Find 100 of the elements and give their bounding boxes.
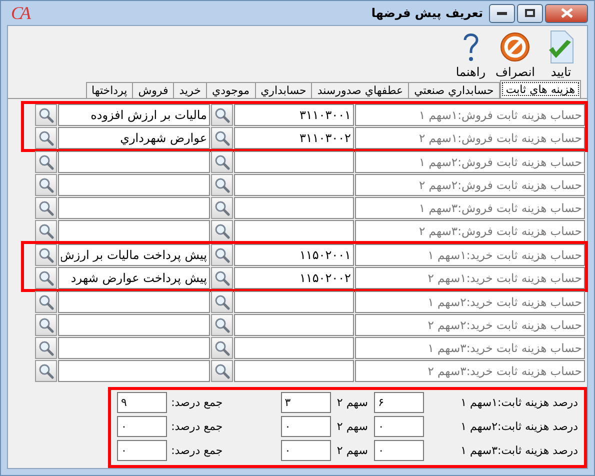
search-icon [214,200,230,216]
search-icon [214,177,230,193]
account-code-field[interactable] [234,291,354,313]
minimize-icon [497,12,507,14]
account-name-field[interactable]: پيش پرداخت ماليات بر ارزش [58,244,210,266]
share-field[interactable]: ۳ [280,392,331,413]
search-icon [38,363,54,379]
total-field[interactable]: ۰ [117,416,167,437]
account-code-field[interactable] [234,220,354,242]
close-button[interactable] [545,4,588,22]
account-code-field[interactable]: ۱۱۵۰۲۰۰۱ [234,244,354,266]
account-code-field[interactable]: ۳۱۱۰۳۰۰۱ [234,104,354,126]
search-button[interactable] [35,174,57,196]
account-code-field[interactable]: ۱۱۵۰۲۰۰۲ [234,267,354,289]
tab[interactable]: موجودي [206,82,256,98]
search-button[interactable] [211,104,233,126]
search-icon [38,270,54,286]
search-icon [38,107,54,123]
share-label: سهم ۲ [336,396,369,409]
search-icon [214,130,230,146]
share-field[interactable]: ۰ [280,440,331,461]
search-icon [38,340,54,356]
account-code-field[interactable] [234,360,354,382]
account-name-field[interactable] [58,314,210,336]
maximize-button[interactable] [517,4,543,22]
account-label: حساب هزينه ثابت خريد:۱سهم ۲ [355,267,585,289]
tab[interactable]: پرداختها [86,82,134,98]
tab[interactable]: عطفهاي صدورسند [311,82,410,98]
minimize-button[interactable] [489,4,515,22]
account-code-field[interactable] [234,174,354,196]
search-button[interactable] [211,151,233,173]
account-code-field[interactable] [234,197,354,219]
account-code-field[interactable] [234,314,354,336]
search-button[interactable] [211,244,233,266]
window-title: تعريف پيش فرضها [371,6,483,20]
account-name-field[interactable]: پيش پرداخت عوارض شهرد [58,267,210,289]
percent-label: درصد هزينه ثابت:۱سهم ۱ [460,396,578,409]
search-icon [214,294,230,310]
search-button[interactable] [211,174,233,196]
search-button[interactable] [211,291,233,313]
account-name-field[interactable] [58,151,210,173]
tab[interactable]: حسابداري [254,82,312,98]
account-name-field[interactable] [58,197,210,219]
tab[interactable]: خريد [173,82,207,98]
search-button[interactable] [35,127,57,149]
share-field[interactable]: ۰ [374,416,424,437]
search-button[interactable] [35,151,57,173]
search-button[interactable] [35,104,57,126]
search-icon [38,317,54,333]
account-code-field[interactable] [234,151,354,173]
account-label: حساب هزينه ثابت خريد:۳سهم ۲ [355,360,585,382]
total-label: جمع درصد: [170,420,224,433]
search-icon [214,223,230,239]
search-button[interactable] [211,197,233,219]
tab[interactable]: فروش [132,82,174,98]
total-field[interactable]: ۰ [117,440,167,461]
account-name-field[interactable] [58,174,210,196]
search-button[interactable] [211,314,233,336]
account-name-field[interactable] [58,291,210,313]
search-button[interactable] [35,360,57,382]
toolbar-button[interactable]: راهنما [454,30,488,80]
search-button[interactable] [35,337,57,359]
search-button[interactable] [211,360,233,382]
toolbar-button[interactable]: انصراف [494,30,537,80]
share-field[interactable]: ۰ [374,440,424,461]
search-icon [38,130,54,146]
share-field[interactable]: ۰ [280,416,331,437]
tab[interactable]: حسابداري صنعتي [408,82,500,98]
account-name-field[interactable] [58,337,210,359]
account-label: حساب هزينه ثابت فروش:۲سهم ۲ [355,174,585,196]
account-label: حساب هزينه ثابت فروش:۳سهم ۱ [355,197,585,219]
search-icon [38,223,54,239]
account-code-field[interactable] [234,337,354,359]
search-button[interactable] [211,267,233,289]
search-button[interactable] [35,197,57,219]
share-label: سهم ۲ [336,444,369,457]
search-button[interactable] [35,267,57,289]
account-name-field[interactable]: ماليات بر ارزش افزوده [58,104,210,126]
tab[interactable]: هزينه هاي ثابت [500,80,581,98]
account-name-field[interactable]: عوارض شهرداري [58,127,210,149]
search-icon [214,247,230,263]
total-field[interactable]: ۹ [117,392,167,413]
maximize-icon [525,9,535,17]
search-button[interactable] [211,127,233,149]
search-button[interactable] [35,220,57,242]
search-button[interactable] [35,291,57,313]
share-field[interactable]: ۶ [374,392,424,413]
account-code-field[interactable]: ۳۱۱۰۳۰۰۲ [234,127,354,149]
search-button[interactable] [211,337,233,359]
share-label: سهم ۲ [336,420,369,433]
account-name-field[interactable] [58,220,210,242]
search-button[interactable] [211,220,233,242]
search-button[interactable] [35,244,57,266]
search-icon [38,294,54,310]
close-icon [560,8,572,18]
search-button[interactable] [35,314,57,336]
search-icon [214,107,230,123]
search-icon [214,270,230,286]
account-name-field[interactable] [58,360,210,382]
toolbar-button[interactable]: تاييد [543,30,579,80]
